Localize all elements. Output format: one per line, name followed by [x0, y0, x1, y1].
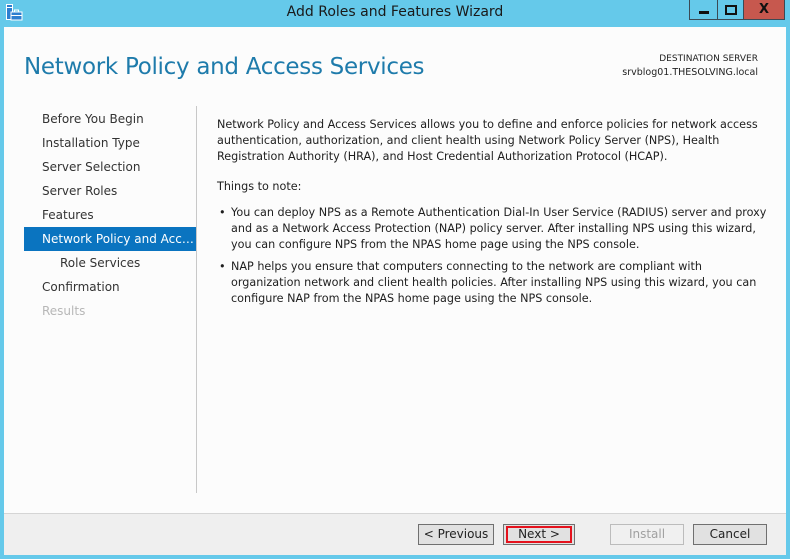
- maximize-button[interactable]: [717, 0, 744, 20]
- cancel-button[interactable]: Cancel: [693, 524, 767, 545]
- nav-item-features[interactable]: Features: [24, 203, 196, 227]
- nav-item-role-services[interactable]: Role Services: [24, 251, 196, 275]
- nav-item-server-selection[interactable]: Server Selection: [24, 155, 196, 179]
- title-bar[interactable]: Add Roles and Features Wizard X: [0, 0, 790, 27]
- note-item: You can deploy NPS as a Remote Authentic…: [217, 205, 772, 253]
- nav-item-installation-type[interactable]: Installation Type: [24, 131, 196, 155]
- notes-list: You can deploy NPS as a Remote Authentic…: [217, 205, 772, 307]
- content-panel: Network Policy and Access Services allow…: [217, 117, 772, 313]
- window-title: Add Roles and Features Wizard: [286, 4, 504, 20]
- install-button: Install: [610, 524, 684, 545]
- intro-text: Network Policy and Access Services allow…: [217, 118, 758, 163]
- note-item: NAP helps you ensure that computers conn…: [217, 259, 772, 307]
- highlight-box: [506, 526, 572, 543]
- nav-item-server-roles[interactable]: Server Roles: [24, 179, 196, 203]
- notes-title: Things to note:: [217, 180, 302, 193]
- page-title: Network Policy and Access Services: [24, 54, 425, 80]
- next-button[interactable]: Next >: [503, 524, 575, 545]
- close-button[interactable]: X: [743, 0, 785, 20]
- wizard-step-nav: Before You Begin Installation Type Serve…: [24, 107, 196, 323]
- destination-server-value: srvblog01.THESOLVING.local: [622, 67, 758, 78]
- previous-button[interactable]: < Previous: [418, 524, 494, 545]
- wizard-client-area: Network Policy and Access Services DESTI…: [4, 27, 786, 555]
- minimize-button[interactable]: [689, 0, 718, 20]
- minimize-icon: [698, 11, 709, 14]
- nav-divider: [196, 106, 197, 493]
- maximize-icon: [724, 4, 737, 15]
- nav-item-before-you-begin[interactable]: Before You Begin: [24, 107, 196, 131]
- nav-item-confirmation[interactable]: Confirmation: [24, 275, 196, 299]
- nav-item-results: Results: [42, 304, 86, 318]
- destination-server-label: DESTINATION SERVER: [659, 54, 758, 64]
- close-icon: X: [758, 2, 770, 17]
- wizard-footer: < Previous Next > Install Cancel: [4, 513, 786, 555]
- nav-item-network-policy-access-services[interactable]: Network Policy and Access Services: [24, 227, 196, 251]
